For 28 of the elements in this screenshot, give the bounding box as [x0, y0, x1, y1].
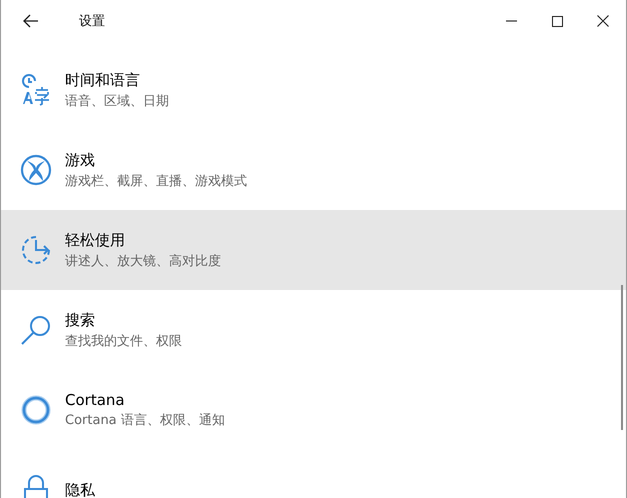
settings-item[interactable]: 游戏 游戏栏、截屏、直播、游戏模式 — [1, 130, 626, 210]
back-arrow-icon — [23, 14, 39, 28]
ring-icon — [20, 394, 52, 426]
settings-item[interactable]: 搜索 查找我的文件、权限 — [1, 290, 626, 370]
window-title: 设置 — [79, 13, 105, 30]
item-title: 时间和语言 — [65, 70, 141, 90]
item-description: 讲述人、放大镜、高对比度 — [65, 252, 221, 270]
close-icon — [597, 15, 609, 27]
settings-item[interactable]: Cortana Cortana 语言、权限、通知 — [1, 370, 626, 450]
item-description: 查找我的文件、权限 — [65, 332, 182, 350]
item-title: 轻松使用 — [65, 230, 126, 250]
minimize-icon — [506, 20, 516, 22]
item-description: 游戏栏、截屏、直播、游戏模式 — [65, 172, 247, 190]
settings-item[interactable]: 轻松使用 讲述人、放大镜、高对比度 — [1, 210, 626, 290]
scrollbar[interactable] — [621, 285, 623, 430]
lock-icon — [22, 473, 50, 498]
item-title: 游戏 — [65, 150, 96, 170]
dashed-clock-arrow-icon — [20, 234, 52, 266]
item-title: Cortana — [65, 391, 126, 409]
search-icon — [20, 314, 52, 346]
settings-item[interactable]: 时间和语言 语音、区域、日期 — [1, 50, 626, 130]
item-description: Cortana 语言、权限、通知 — [65, 412, 225, 429]
maximize-icon — [552, 16, 562, 26]
item-title: 搜索 — [65, 310, 96, 330]
settings-item[interactable]: 隐私 — [1, 450, 626, 498]
item-title: 隐私 — [65, 480, 95, 498]
item-description: 语音、区域、日期 — [65, 92, 169, 110]
x-ball-icon — [20, 154, 52, 186]
